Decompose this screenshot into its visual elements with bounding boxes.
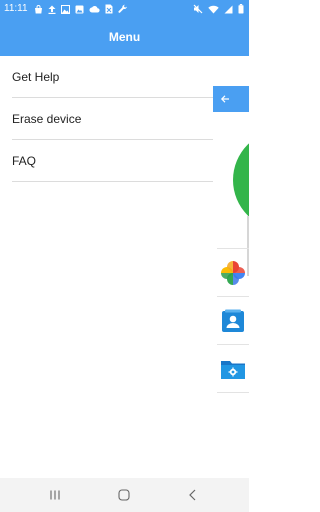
list-item (217, 345, 249, 393)
bag-icon (35, 4, 42, 13)
recents-button[interactable] (45, 485, 65, 505)
mute-icon (193, 4, 203, 14)
list-item (217, 249, 249, 297)
app-bar: Menu (0, 18, 249, 56)
back-arrow-icon (220, 95, 229, 103)
cloud-icon (89, 6, 100, 13)
contact-icon (222, 309, 244, 332)
status-time: 11:11 (4, 3, 28, 14)
system-navigation-bar (0, 478, 249, 512)
list-item (217, 297, 249, 345)
sim-icon (105, 4, 113, 14)
background-app-content (213, 56, 249, 478)
folder-icon (221, 361, 245, 379)
gallery-icon (75, 5, 84, 13)
page-title: Menu (108, 30, 141, 44)
back-button[interactable] (183, 485, 203, 505)
status-system-icons (193, 3, 244, 15)
upload-icon (48, 5, 56, 14)
menu-item-label: Erase device (12, 112, 82, 126)
menu-item-erase-device[interactable]: Erase device (12, 98, 213, 140)
battery-icon (238, 4, 244, 14)
pinwheel-icon (221, 261, 245, 285)
signal-icon (224, 5, 233, 13)
wifi-icon (208, 5, 219, 13)
status-bar: 11:11 (0, 0, 249, 18)
status-circle (233, 130, 249, 230)
image-icon (61, 4, 70, 14)
status-notification-icons (34, 3, 128, 15)
menu-item-label: Get Help (12, 70, 60, 84)
home-icon (118, 489, 130, 501)
back-icon (189, 489, 196, 501)
menu-item-faq[interactable]: FAQ (12, 140, 213, 182)
background-toolbar (213, 86, 249, 112)
menu-item-label: FAQ (12, 154, 37, 168)
wrench-icon (118, 4, 128, 13)
navigation-drawer: Get Help Erase device FAQ (0, 56, 213, 478)
home-button[interactable] (114, 485, 134, 505)
menu-item-get-help[interactable]: Get Help (12, 56, 213, 98)
recents-icon (50, 490, 60, 500)
